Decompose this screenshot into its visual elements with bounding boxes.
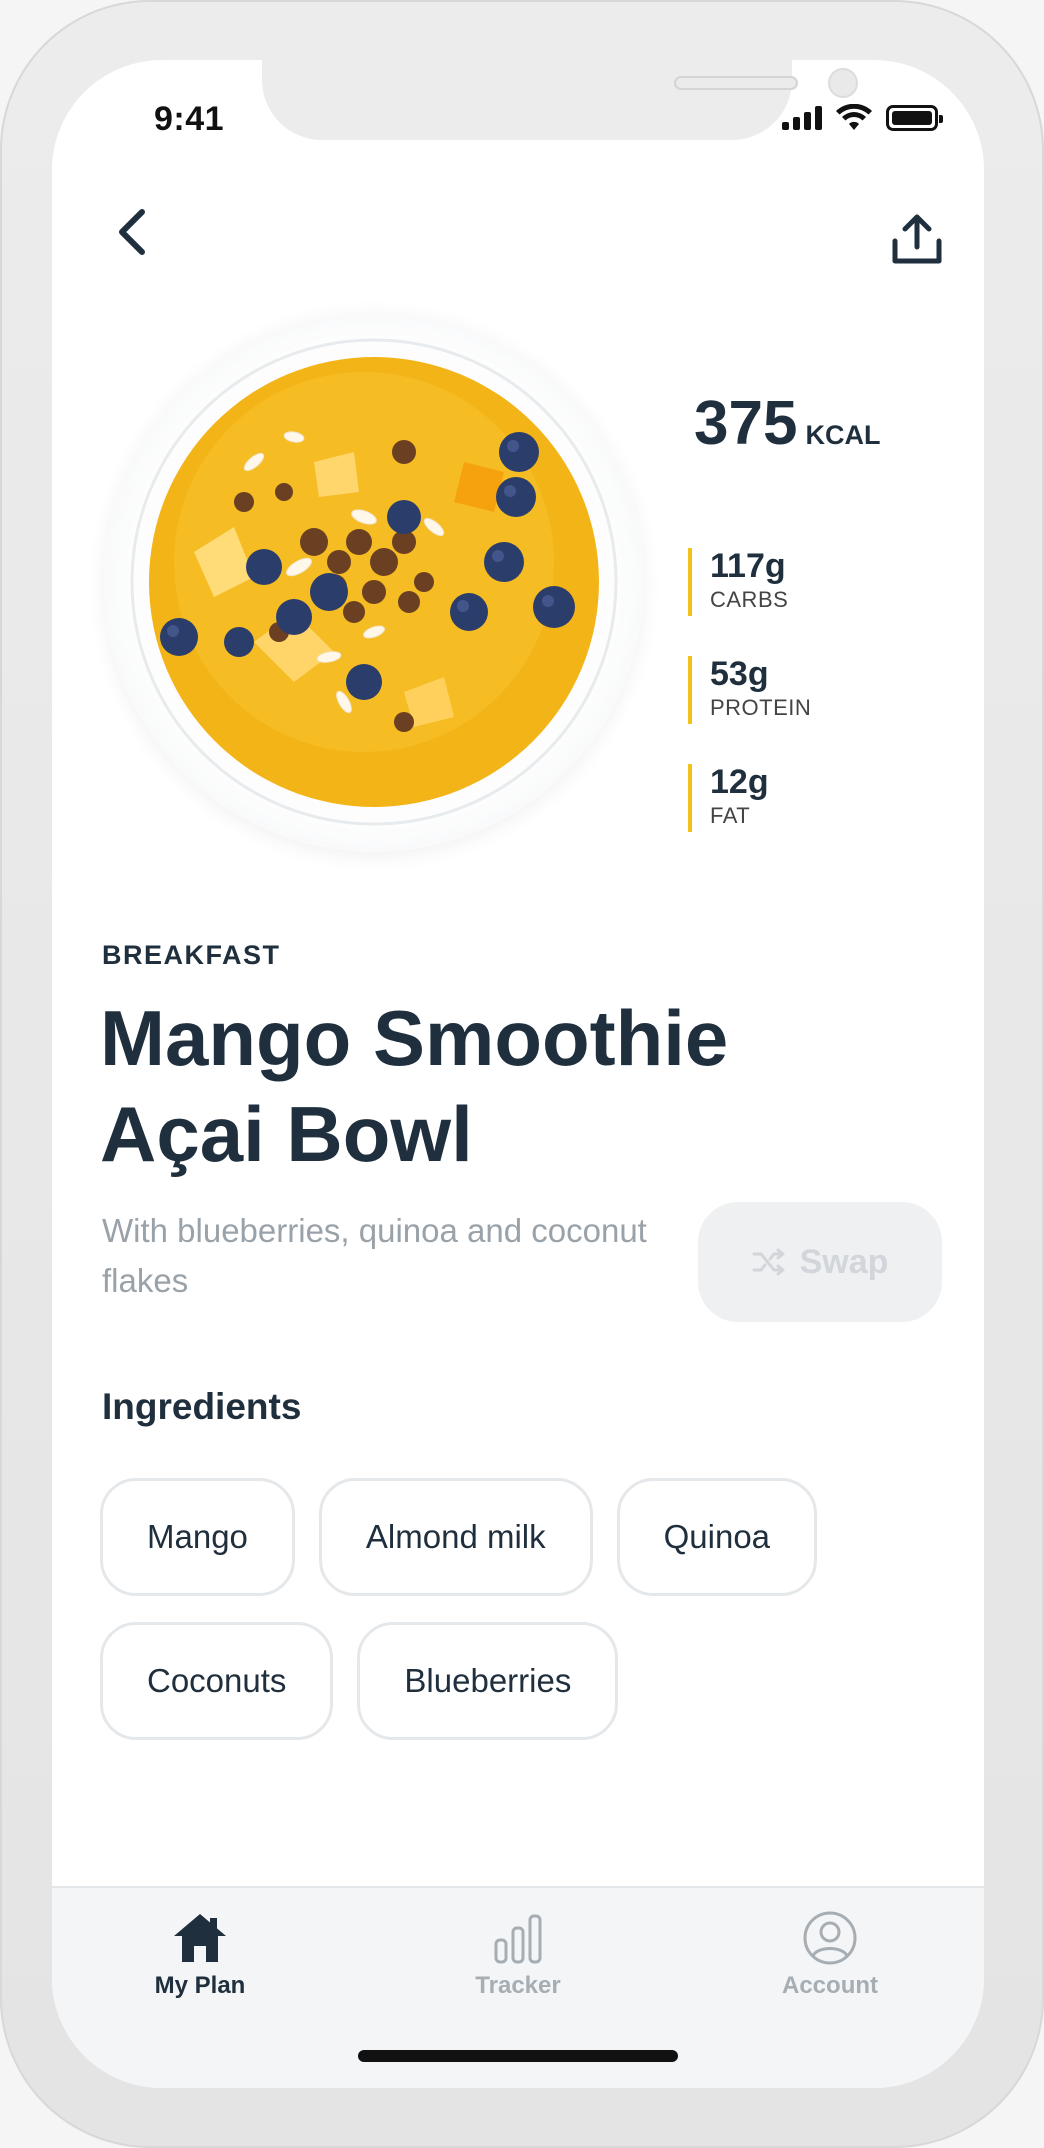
chevron-left-icon	[119, 209, 145, 255]
status-icons	[782, 104, 943, 132]
battery-icon	[886, 105, 943, 131]
ingredient-chip[interactable]: Quinoa	[616, 1478, 818, 1596]
share-button[interactable]	[882, 204, 952, 274]
share-icon	[892, 214, 942, 264]
macro-label: FAT	[710, 803, 751, 829]
speaker-grille	[674, 76, 798, 90]
app-screen: 9:41 375 KCAL 117g CARBS 53g PROTEIN 12g…	[52, 60, 984, 2088]
ingredient-chip[interactable]: Mango	[100, 1478, 295, 1596]
nav-item-account[interactable]: Account	[720, 1910, 940, 2000]
macro-protein: 53g PROTEIN	[688, 655, 888, 725]
back-button[interactable]	[100, 200, 164, 264]
ingredient-chip[interactable]: Coconuts	[100, 1622, 334, 1740]
swap-button[interactable]: Swap	[698, 1202, 942, 1322]
macro-label: CARBS	[710, 587, 789, 613]
home-icon	[174, 1914, 226, 1962]
nav-item-my-plan[interactable]: My Plan	[90, 1910, 310, 2000]
ingredient-chip[interactable]: Blueberries	[357, 1622, 619, 1740]
shuffle-icon	[752, 1248, 785, 1276]
nav-label: My Plan	[154, 1972, 246, 1999]
phone-frame: 9:41 375 KCAL 117g CARBS 53g PROTEIN 12g…	[0, 0, 1044, 2148]
macro-fat: 12g FAT	[688, 763, 888, 833]
macro-carbs: 117g CARBS	[688, 547, 888, 617]
meal-description: With blueberries, quinoa and coconut fla…	[102, 1212, 647, 1299]
home-indicator	[358, 2050, 678, 2062]
macro-value: 12g	[710, 763, 769, 801]
user-circle-icon	[803, 1911, 857, 1965]
ingredient-chip[interactable]: Almond milk	[318, 1478, 593, 1596]
meal-title: Mango Smoothie Açai Bowl	[100, 994, 729, 1178]
notch	[262, 60, 858, 140]
calories: 375 KCAL	[694, 388, 880, 459]
bar-chart-icon	[494, 1914, 542, 1964]
ingredients-title: Ingredients	[102, 1386, 302, 1427]
macro-label: PROTEIN	[710, 695, 812, 721]
nav-item-tracker[interactable]: Tracker	[408, 1910, 628, 2000]
ingredients-list: Mango Almond milk Quinoa Coconuts Bluebe…	[100, 1478, 920, 1740]
wifi-icon	[836, 104, 872, 130]
nav-label: Account	[782, 1972, 878, 1999]
macro-value: 117g	[710, 547, 786, 585]
front-camera	[828, 68, 858, 98]
meal-image	[130, 338, 618, 826]
meal-type: BREAKFAST	[102, 940, 281, 970]
macro-value: 53g	[710, 655, 769, 693]
swap-label: Swap	[799, 1242, 889, 1281]
status-time: 9:41	[154, 100, 225, 138]
signal-icon	[782, 106, 822, 130]
nav-label: Tracker	[475, 1972, 561, 1999]
calories-value: 375	[694, 389, 798, 458]
calories-unit: KCAL	[805, 420, 881, 450]
